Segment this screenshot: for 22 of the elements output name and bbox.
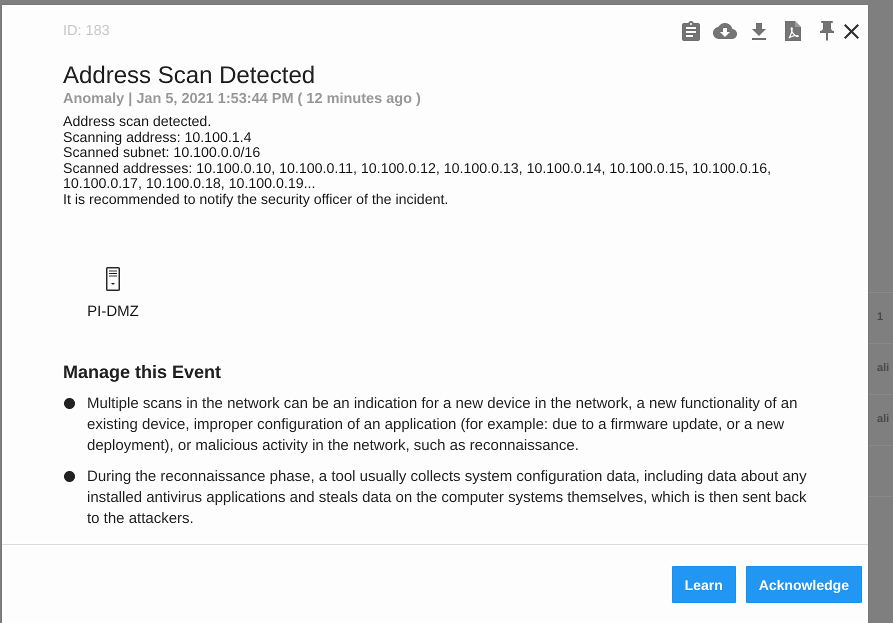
close-icon[interactable] bbox=[844, 24, 859, 38]
download-icon[interactable] bbox=[752, 22, 766, 40]
event-subtitle: Anomaly | Jan 5, 2021 1:53:44 PM ( 12 minutes ago ) bbox=[63, 90, 422, 108]
server-icon bbox=[106, 266, 120, 291]
description-line: Scanned addresses: 10.100.0.10, 10.100.0.11, 10.100.0.12, 10.100.0.13, 10.100.0.14, 10.100.0.15, 10.100.0.16, 10.100.0.17, 10.100.0.18, 10.100.0.19... bbox=[63, 162, 772, 193]
bullet-text: Multiple scans in the network can be an indication for a new device in the network, a new functionality of an existing device, improper configuration of an application (for example: due to a firmware update, or a new deployment), or malicious activity in the network, such as reconnaissance. bbox=[87, 394, 798, 456]
section-heading: Manage this Event bbox=[63, 360, 222, 383]
clipboard-icon[interactable] bbox=[682, 21, 700, 41]
pin-icon[interactable] bbox=[820, 21, 834, 41]
action-button[interactable]: Acknowledge bbox=[746, 566, 862, 603]
bullet-text: During the reconnaissance phase, a tool usually collects system configuration data, including data about any installed antivirus applications and steals data on the computer systems themselves, which is then sent back to the attackers. bbox=[87, 466, 808, 529]
pdf-icon[interactable] bbox=[785, 21, 801, 41]
dialog-title: Address Scan Detected bbox=[63, 62, 316, 90]
description-line: Scanned subnet: 10.100.0.0/16 bbox=[63, 146, 262, 162]
description-line: Address scan detected. bbox=[63, 115, 212, 131]
action-button[interactable]: Learn bbox=[672, 566, 736, 603]
bullet-icon bbox=[64, 470, 75, 482]
device-name: PI-DMZ bbox=[87, 302, 139, 321]
bullet-icon bbox=[64, 398, 75, 409]
cloud-download-icon[interactable] bbox=[713, 23, 737, 39]
description-line: Scanning address: 10.100.1.4 bbox=[63, 130, 253, 146]
description-line: It is recommended to notify the security officer of the incident. bbox=[63, 192, 450, 209]
